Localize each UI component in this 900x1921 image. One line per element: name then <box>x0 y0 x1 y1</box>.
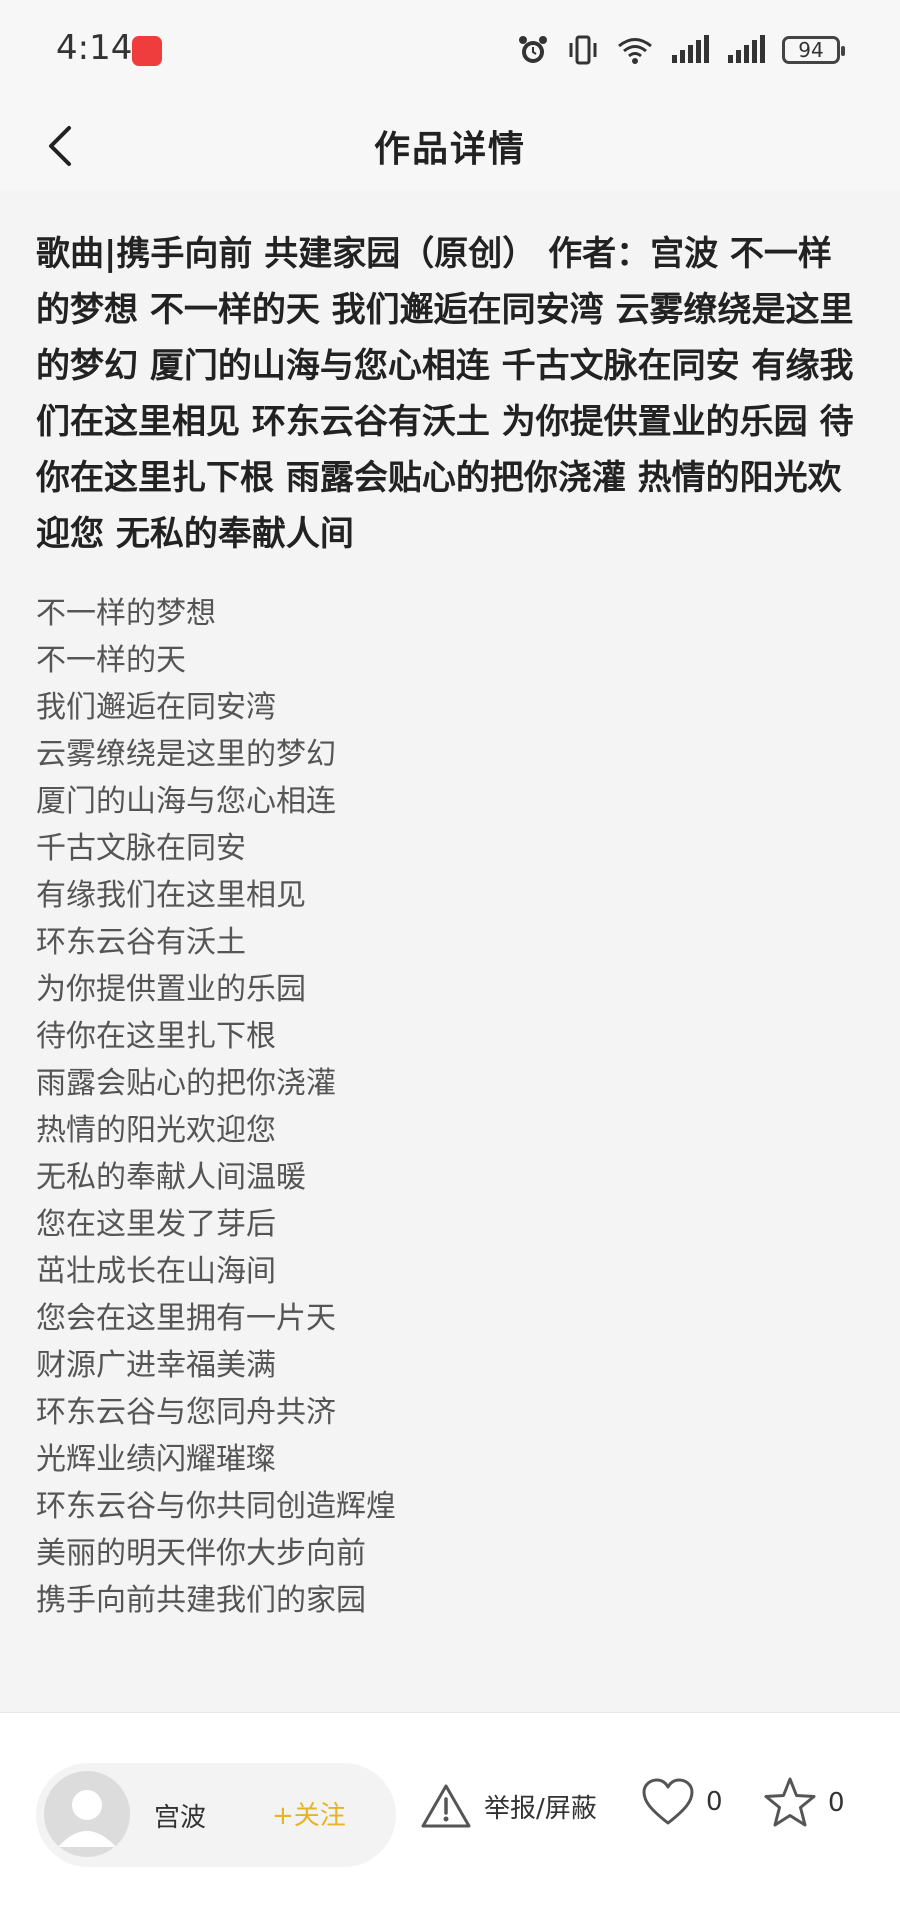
bottom-action-bar: 宫波 +关注 举报/屏蔽 0 0 <box>0 1712 900 1921</box>
warning-icon <box>421 1784 471 1828</box>
favorite-count: 0 <box>828 1788 845 1818</box>
lyric-line: 千古文脉在同安 <box>36 831 246 866</box>
lyric-line: 光辉业绩闪耀璀璨 <box>36 1442 276 1477</box>
wifi-icon <box>618 38 652 64</box>
like-count: 0 <box>706 1787 723 1817</box>
lyric-line: 雨露会贴心的把你浇灌 <box>36 1066 336 1101</box>
avatar-icon <box>58 1790 116 1847</box>
work-content: 歌曲|携手向前 共建家园（原创） 作者：宫波 不一样的梦想 不一样的天 我们邂逅… <box>36 226 864 1624</box>
lyrics: 不一样的梦想 不一样的天我们邂逅在同安湾云雾缭绕是这里的梦幻 厦门的山海与您心相连千… <box>36 590 864 1624</box>
lyric-line: 环东云谷与你共同创造辉煌 <box>36 1489 396 1524</box>
lyric-line: 您在这里发了芽后 <box>36 1207 276 1242</box>
favorite-button[interactable]: 0 <box>762 1775 845 1831</box>
lyric-line: 云雾缭绕是这里的梦幻 <box>36 737 336 772</box>
app-notification-icon <box>132 36 162 66</box>
battery-icon: 94 <box>782 36 845 64</box>
report-label: 举报/屏蔽 <box>484 1793 597 1824</box>
author-name[interactable]: 宫波 <box>154 1797 206 1834</box>
lyric-line: 为你提供置业的乐园 <box>36 972 306 1007</box>
lyric-line: 您会在这里拥有一片天 <box>36 1301 336 1336</box>
lyric-line: 环东云谷与您同舟共济 <box>36 1395 336 1430</box>
lyric-line: 美丽的明天伴你大步向前 <box>36 1536 366 1571</box>
status-bar: 4:14 94 <box>0 0 900 100</box>
lyric-line: 财源广进幸福美满 <box>36 1348 276 1383</box>
signal-icon <box>728 35 765 63</box>
lyric-line: 厦门的山海与您心相连 <box>36 784 336 819</box>
vibrate-icon <box>569 35 597 65</box>
lyric-line: 无私的奉献人间温暖 <box>36 1160 306 1195</box>
signal-icon <box>672 35 709 63</box>
status-icons: 94 <box>516 28 845 72</box>
lyric-line: 不一样的梦想 <box>36 596 216 631</box>
heart-icon <box>642 1778 694 1825</box>
work-title: 歌曲|携手向前 共建家园（原创） 作者：宫波 不一样的梦想 不一样的天 我们邂逅… <box>36 234 854 554</box>
report-block-button[interactable]: 举报/屏蔽 <box>420 1783 597 1829</box>
status-time: 4:14 <box>56 28 133 68</box>
like-button[interactable]: 0 <box>640 1777 723 1827</box>
navbar: 作品详情 <box>0 100 900 190</box>
lyric-line: 我们邂逅在同安湾 <box>36 690 276 725</box>
lyric-line: 茁壮成长在山海间 <box>36 1254 276 1289</box>
lyric-line: 不一样的天 <box>36 643 186 678</box>
avatar[interactable] <box>44 1771 130 1857</box>
lyric-line: 热情的阳光欢迎您 <box>36 1113 276 1148</box>
battery-level: 94 <box>798 38 824 62</box>
star-icon <box>764 1777 816 1827</box>
lyric-line: 待你在这里扎下根 <box>36 1019 276 1054</box>
alarm-icon <box>519 36 547 63</box>
lyric-line: 有缘我们在这里相见 <box>36 878 306 913</box>
page-title: 作品详情 <box>373 128 526 170</box>
lyric-line: 携手向前共建我们的家园 <box>36 1583 366 1618</box>
follow-button[interactable]: +关注 <box>272 1795 346 1832</box>
lyric-line: 环东云谷有沃土 <box>36 925 246 960</box>
author-card[interactable]: 宫波 +关注 <box>36 1763 396 1867</box>
